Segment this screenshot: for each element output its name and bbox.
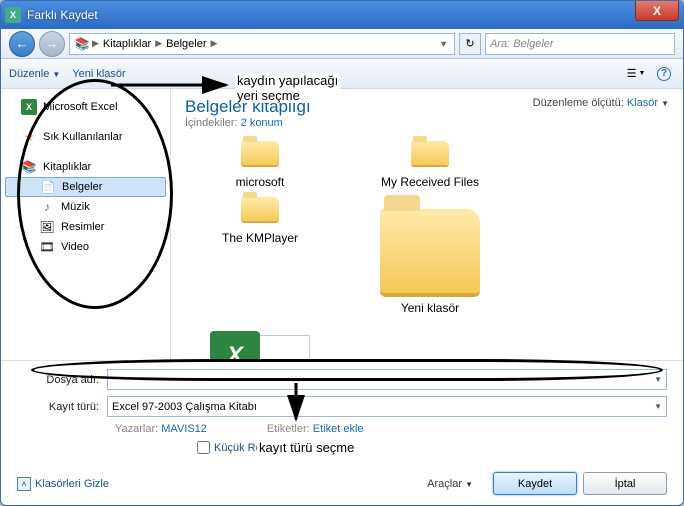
close-icon: X xyxy=(653,4,661,18)
sidebar-item-pictures[interactable]: 🖼 Resimler xyxy=(1,217,170,237)
chevron-down-icon: ▼ xyxy=(654,402,662,411)
forward-button[interactable]: → xyxy=(39,31,65,57)
refresh-button[interactable]: ↻ xyxy=(459,33,481,55)
organize-toolbar: Düzenle▼ Yeni klasör ☰▼ ? xyxy=(1,59,683,89)
sidebar-label: Sık Kullanılanlar xyxy=(43,131,123,143)
folder-icon xyxy=(241,141,279,167)
file-item-planlama[interactable]: X Planlama xyxy=(185,323,335,360)
search-input[interactable]: Ara: Belgeler xyxy=(485,33,675,55)
library-locations-link[interactable]: 2 konum xyxy=(241,117,283,129)
library-title: Belgeler kitaplığı xyxy=(185,97,311,117)
libraries-icon: 📚 xyxy=(21,159,37,175)
back-button[interactable]: ← xyxy=(9,31,35,57)
breadcrumb-documents[interactable]: Belgeler xyxy=(164,38,208,50)
pictures-icon: 🖼 xyxy=(39,219,55,235)
chevron-down-icon: ▼ xyxy=(52,70,60,79)
library-subtitle: İçindekiler: 2 konum xyxy=(185,117,311,129)
filetype-label: Kayıt türü: xyxy=(17,401,107,413)
save-button[interactable]: Kaydet xyxy=(493,472,577,495)
filename-input[interactable]: ▼ xyxy=(107,369,667,390)
authors-value[interactable]: MAVIS12 xyxy=(161,423,207,435)
sidebar-item-documents[interactable]: 📄 Belgeler xyxy=(5,177,166,197)
sidebar-label: Resimler xyxy=(61,221,104,233)
help-icon: ? xyxy=(657,67,671,81)
video-icon: 🎞 xyxy=(39,239,55,255)
sidebar-item-msexcel[interactable]: X Microsoft Excel xyxy=(1,97,170,117)
tags-label: Etiketler: xyxy=(267,423,310,435)
nav-sidebar: X Microsoft Excel ★ Sık Kullanılanlar 📚 … xyxy=(1,89,171,360)
sidebar-item-favorites[interactable]: ★ Sık Kullanılanlar xyxy=(1,127,170,147)
sidebar-item-music[interactable]: ♪ Müzik xyxy=(1,197,170,217)
forward-arrow-icon: → xyxy=(46,36,59,51)
save-as-dialog: X Farklı Kaydet X ← → 📚 ▶ Kitaplıklar ▶ … xyxy=(0,0,684,506)
file-grid: microsoft My Received Files The KMPlayer… xyxy=(185,141,669,360)
refresh-icon: ↻ xyxy=(465,37,474,50)
crumb-sep-icon: ▶ xyxy=(209,38,220,49)
folder-item-microsoft[interactable]: microsoft xyxy=(185,141,335,189)
sidebar-label: Müzik xyxy=(61,201,90,213)
tags-value[interactable]: Etiket ekle xyxy=(313,423,364,435)
titlebar: X Farklı Kaydet X xyxy=(1,1,683,29)
authors-label: Yazarlar: xyxy=(115,423,158,435)
folder-icon xyxy=(241,197,279,223)
organize-menu[interactable]: Düzenle▼ xyxy=(9,68,60,80)
file-label: Yeni klasör xyxy=(401,301,459,315)
nav-toolbar: ← → 📚 ▶ Kitaplıklar ▶ Belgeler ▶ ▼ ↻ Ara… xyxy=(1,29,683,59)
sidebar-label: Belgeler xyxy=(62,181,102,193)
excel-file-icon: X xyxy=(210,323,310,360)
sidebar-label: Kitaplıklar xyxy=(43,161,91,173)
back-arrow-icon: ← xyxy=(16,36,29,51)
close-button[interactable]: X xyxy=(635,1,679,21)
sidebar-item-video[interactable]: 🎞 Video xyxy=(1,237,170,257)
chevron-down-icon: ▼ xyxy=(654,375,662,384)
address-bar[interactable]: 📚 ▶ Kitaplıklar ▶ Belgeler ▶ ▼ xyxy=(69,33,455,55)
file-label: microsoft xyxy=(236,175,285,189)
folder-item-kmplayer[interactable]: The KMPlayer xyxy=(185,197,335,315)
help-button[interactable]: ? xyxy=(653,64,675,84)
sidebar-label: Microsoft Excel xyxy=(43,101,118,113)
chevron-up-icon: ˄ xyxy=(17,477,31,491)
chevron-down-icon: ▼ xyxy=(638,70,645,77)
save-form: Dosya adı: ▼ Kayıt türü: Excel 97-2003 Ç… xyxy=(1,360,683,505)
filetype-value: Excel 97-2003 Çalışma Kitabı xyxy=(112,401,257,413)
chevron-down-icon: ▼ xyxy=(465,480,473,489)
filetype-select[interactable]: Excel 97-2003 Çalışma Kitabı ▼ xyxy=(107,396,667,417)
window-title: Farklı Kaydet xyxy=(27,8,98,22)
cancel-button[interactable]: İptal xyxy=(583,472,667,495)
excel-icon: X xyxy=(21,99,37,115)
file-list-pane: Belgeler kitaplığı İçindekiler: 2 konum … xyxy=(171,89,683,360)
view-menu-button[interactable]: ☰▼ xyxy=(625,64,647,84)
music-icon: ♪ xyxy=(39,199,55,215)
chevron-down-icon: ▼ xyxy=(661,99,669,108)
file-label: The KMPlayer xyxy=(222,231,298,245)
filename-label: Dosya adı: xyxy=(17,374,107,386)
thumbnail-label: Küçük Resim Kaydet xyxy=(214,442,316,454)
thumbnail-checkbox[interactable] xyxy=(197,441,210,454)
view-icon: ☰ xyxy=(627,67,637,80)
new-folder-button[interactable]: Yeni klasör xyxy=(72,68,125,80)
history-drop-icon[interactable]: ▼ xyxy=(437,39,450,49)
folder-item-yeniklasor[interactable]: Yeni klasör xyxy=(355,197,505,315)
documents-icon: 📄 xyxy=(40,179,56,195)
sidebar-label: Video xyxy=(61,241,89,253)
crumb-sep-icon: ▶ xyxy=(153,38,164,49)
libraries-icon: 📚 xyxy=(74,36,90,52)
folder-icon xyxy=(380,209,480,297)
hide-folders-button[interactable]: ˄ Klasörleri Gizle xyxy=(17,477,109,491)
crumb-sep-icon: ▶ xyxy=(90,38,101,49)
star-icon: ★ xyxy=(21,129,37,145)
arrange-by-menu[interactable]: Düzenleme ölçütü: Klasör ▼ xyxy=(533,97,669,109)
file-label: My Received Files xyxy=(381,175,479,189)
folder-item-myreceived[interactable]: My Received Files xyxy=(355,141,505,189)
sidebar-item-libraries[interactable]: 📚 Kitaplıklar xyxy=(1,157,170,177)
tools-menu[interactable]: Araçlar ▼ xyxy=(427,478,473,490)
content-area: X Microsoft Excel ★ Sık Kullanılanlar 📚 … xyxy=(1,89,683,360)
breadcrumb-libraries[interactable]: Kitaplıklar xyxy=(101,38,153,50)
search-placeholder: Ara: Belgeler xyxy=(490,38,554,50)
excel-app-icon: X xyxy=(5,7,21,23)
folder-icon xyxy=(411,141,449,167)
